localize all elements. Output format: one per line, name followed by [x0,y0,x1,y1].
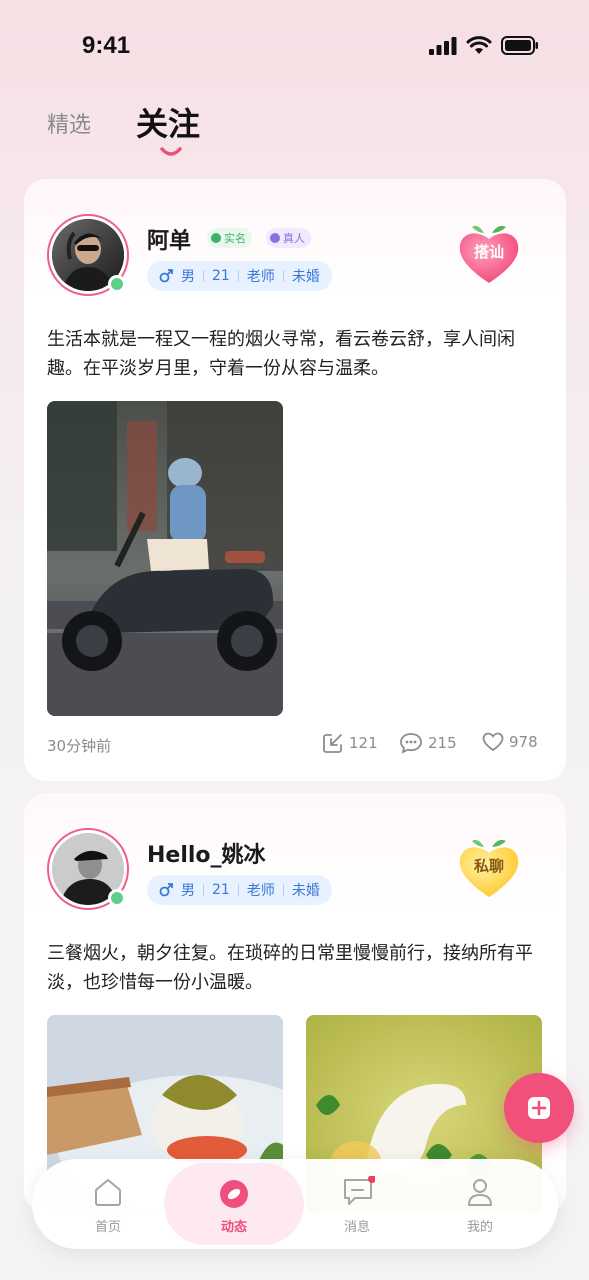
nav-profile-label: 我的 [466,1220,493,1235]
divider [237,884,239,896]
tab-featured[interactable]: 精选 [47,107,91,139]
marital-tag: 未婚 [291,883,320,899]
gender-tag: 男 [181,269,195,285]
tab-active-indicator [160,147,182,156]
share-count: 121 [349,734,378,752]
nav-home[interactable]: 首页 [58,1159,158,1249]
divider [203,270,204,282]
post-text: 三餐烟火，朝夕往复。在琐碎的日常里慢慢前行，接纳所有平淡，也珍惜每一份小温暖。 [47,943,533,993]
cellular-signal-icon [429,36,457,55]
divider [282,884,284,896]
job-tag: 老师 [246,269,275,285]
age-tag: 21 [212,268,230,284]
nav-feed-label: 动态 [220,1220,247,1235]
bottom-nav: 首页 动态 消息 我的 [32,1159,558,1249]
post-card[interactable]: 阿单 实名 真人 男 21 老师 未婚 搭讪 生活本就是一程又一程的烟火寻常，看… [24,179,566,781]
job-tag: 老师 [246,883,275,899]
status-icons [429,36,539,55]
divider [237,270,239,282]
check-icon [211,233,221,243]
nav-home-label: 首页 [94,1220,121,1235]
online-status-dot [108,889,126,907]
divider [203,884,204,896]
username[interactable]: Hello_姚冰 [147,837,266,869]
verified-badge-label: 实名 [224,232,246,245]
tab-following[interactable]: 关注 [136,99,200,145]
male-icon [159,883,173,897]
message-icon [344,1176,375,1205]
greet-button[interactable]: 搭讪 [454,219,524,289]
comment-count: 215 [428,734,457,752]
male-icon [159,269,173,283]
gender-tag: 男 [181,883,195,899]
marital-tag: 未婚 [291,269,320,285]
share-stat[interactable]: 121 [322,732,378,754]
private-chat-button[interactable]: 私聊 [454,833,524,903]
nav-profile[interactable]: 我的 [430,1159,530,1249]
plus-icon [528,1097,550,1119]
unread-badge [368,1176,375,1183]
real-person-badge: 真人 [266,228,311,248]
nav-messages[interactable]: 消息 [307,1159,407,1249]
age-tag: 21 [212,882,230,898]
verified-badge: 实名 [207,228,252,248]
divider [282,270,284,282]
feed-icon [220,1180,248,1208]
like-count: 978 [509,733,538,751]
feed-tabs: 精选 关注 [0,95,589,165]
username[interactable]: 阿单 [147,223,191,255]
status-bar: 9:41 [0,0,589,95]
post-time: 30分钟前 [47,737,112,755]
create-post-button[interactable] [504,1073,574,1143]
home-icon [95,1179,121,1206]
greet-button-label: 搭讪 [473,243,504,261]
profile-tags: 男 21 老师 未婚 [147,261,332,291]
comment-icon [400,733,422,754]
wifi-icon [466,36,492,54]
share-icon [323,734,342,753]
profile-tags: 男 21 老师 未婚 [147,875,332,905]
post-card[interactable]: Hello_姚冰 男 21 老师 未婚 私聊 三餐烟火，朝夕往复。在琐碎的日常里… [24,793,566,1213]
private-chat-button-label: 私聊 [473,857,504,875]
real-person-badge-label: 真人 [283,232,305,245]
post-photo[interactable] [47,401,283,716]
profile-icon [468,1179,492,1206]
online-status-dot [108,275,126,293]
heart-icon [482,732,504,752]
like-stat[interactable]: 978 [482,732,538,752]
status-time: 9:41 [82,32,131,59]
post-text: 生活本就是一程又一程的烟火寻常，看云卷云舒，享人间闲趣。在平淡岁月里，守着一份从… [47,329,515,379]
nav-messages-label: 消息 [343,1220,370,1235]
battery-icon [501,36,538,55]
shield-icon [270,233,280,243]
comment-stat[interactable]: 215 [399,732,457,754]
nav-feed[interactable]: 动态 [184,1159,284,1249]
